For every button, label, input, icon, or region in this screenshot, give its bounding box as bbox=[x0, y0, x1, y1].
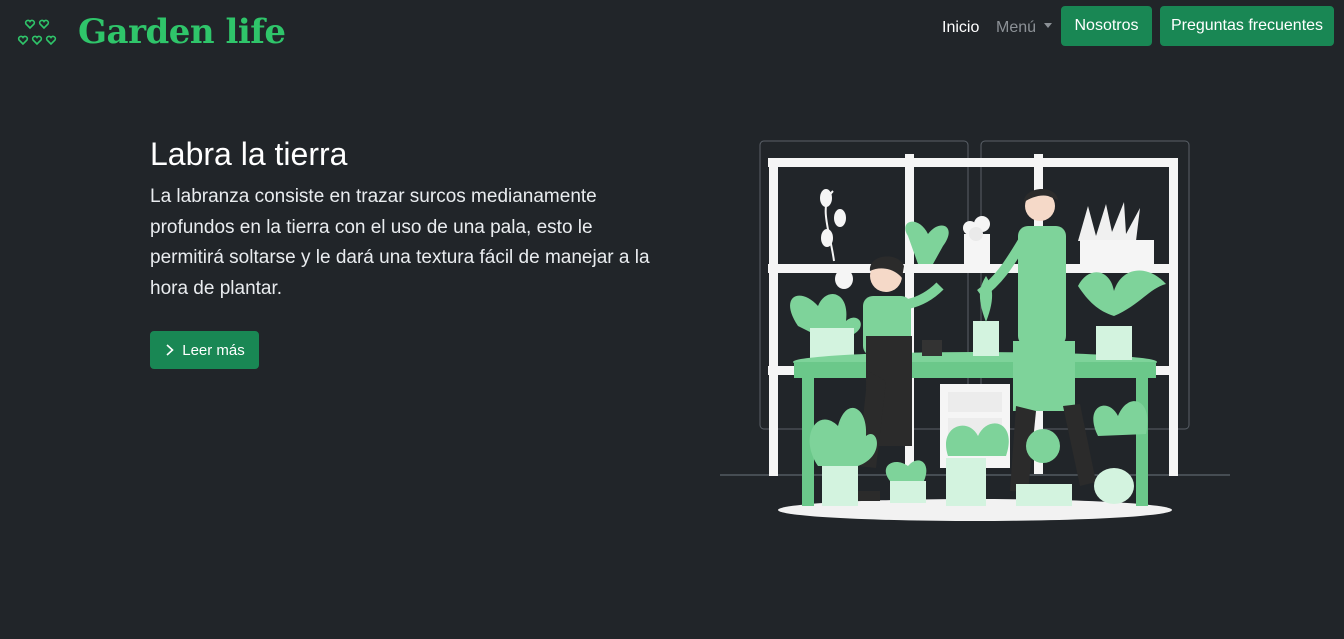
hero-description: La labranza consiste en trazar surcos me… bbox=[150, 186, 650, 299]
read-more-button[interactable]: Leer más bbox=[150, 331, 259, 369]
nav-dropdown-menu[interactable]: Menú bbox=[996, 18, 1053, 38]
nosotros-button[interactable]: Nosotros bbox=[1061, 6, 1152, 46]
faq-button[interactable]: Preguntas frecuentes bbox=[1160, 6, 1334, 46]
nav-link-inicio[interactable]: Inicio bbox=[942, 18, 979, 38]
nav-menu-label: Menú bbox=[996, 19, 1037, 36]
read-more-label: Leer más bbox=[182, 341, 245, 359]
brand-logo-link[interactable]: Garden life bbox=[16, 10, 286, 54]
caret-down-icon bbox=[1044, 23, 1053, 29]
hearts-icon bbox=[17, 19, 57, 46]
navbar: Garden life Inicio Menú Nosotros Pregunt… bbox=[0, 0, 1344, 58]
hero-title: Labra la tierra bbox=[150, 136, 348, 172]
gardeners-illustration bbox=[720, 140, 1230, 521]
chevron-right-icon bbox=[166, 344, 174, 356]
brand-name: Garden life bbox=[78, 12, 286, 52]
